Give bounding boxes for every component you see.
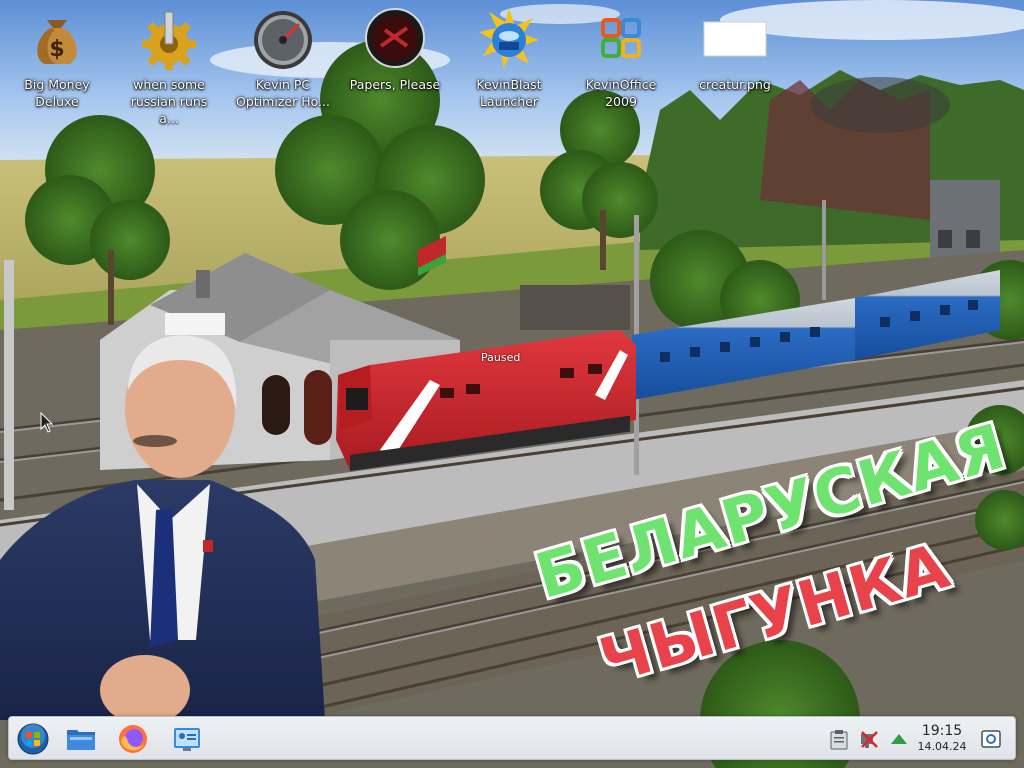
gear-icon bbox=[137, 6, 201, 71]
kevinblast-icon bbox=[477, 6, 541, 70]
show-desktop-button[interactable] bbox=[979, 727, 1003, 751]
control-panel-icon bbox=[174, 728, 200, 751]
image-file-icon bbox=[703, 6, 767, 70]
mouse-cursor-icon bbox=[40, 412, 54, 433]
desktop-icon-kevinoffice-2009[interactable]: KevinOffice 2009 bbox=[568, 6, 674, 116]
svg-text:$: $ bbox=[49, 37, 64, 62]
taskbar-clock[interactable]: 19:15 14.04.24 bbox=[907, 723, 977, 754]
network-disconnected-icon bbox=[861, 731, 878, 748]
taskbar: 19:15 14.04.24 bbox=[8, 716, 1016, 760]
desktop-icon-grid: $ Big Money Deluxe when some russian run… bbox=[0, 6, 800, 126]
desktop-icon-kevinblast-launcher[interactable]: KevinBlast Launcher bbox=[456, 6, 562, 116]
gauge-icon bbox=[251, 6, 315, 70]
desktop-icon-papers-please[interactable]: Papers, Please bbox=[342, 6, 448, 116]
control-panel-button[interactable] bbox=[169, 721, 205, 757]
show-desktop-icon bbox=[981, 730, 1001, 748]
desktop-icon-creatur-png[interactable]: creatur.png bbox=[682, 6, 788, 116]
firefox-button[interactable] bbox=[115, 721, 151, 757]
clock-time: 19:15 bbox=[921, 723, 963, 739]
clipboard-icon bbox=[830, 730, 848, 750]
office-logo-icon bbox=[589, 6, 653, 70]
clock-date: 14.04.24 bbox=[917, 740, 967, 753]
desktop-icon-kevin-pc-optimizer[interactable]: Kevin PC Optimizer Ho... bbox=[230, 6, 336, 116]
windows-orb-icon bbox=[17, 723, 49, 755]
clipboard-tray-button[interactable] bbox=[827, 727, 851, 751]
desktop-icon-when-some-russian[interactable]: when some russian runs a... bbox=[116, 6, 222, 126]
folder-icon bbox=[67, 730, 95, 750]
paused-label: Paused bbox=[481, 351, 521, 364]
desktop-icon-big-money-deluxe[interactable]: $ Big Money Deluxe bbox=[4, 6, 110, 116]
papers-please-seal-icon bbox=[363, 6, 427, 70]
start-menu-button[interactable] bbox=[15, 721, 51, 757]
firefox-icon bbox=[119, 725, 147, 753]
file-manager-button[interactable] bbox=[63, 721, 99, 757]
money-bag-icon: $ bbox=[25, 6, 89, 70]
network-tray-button[interactable] bbox=[857, 727, 881, 751]
arrow-up-icon bbox=[891, 734, 907, 744]
